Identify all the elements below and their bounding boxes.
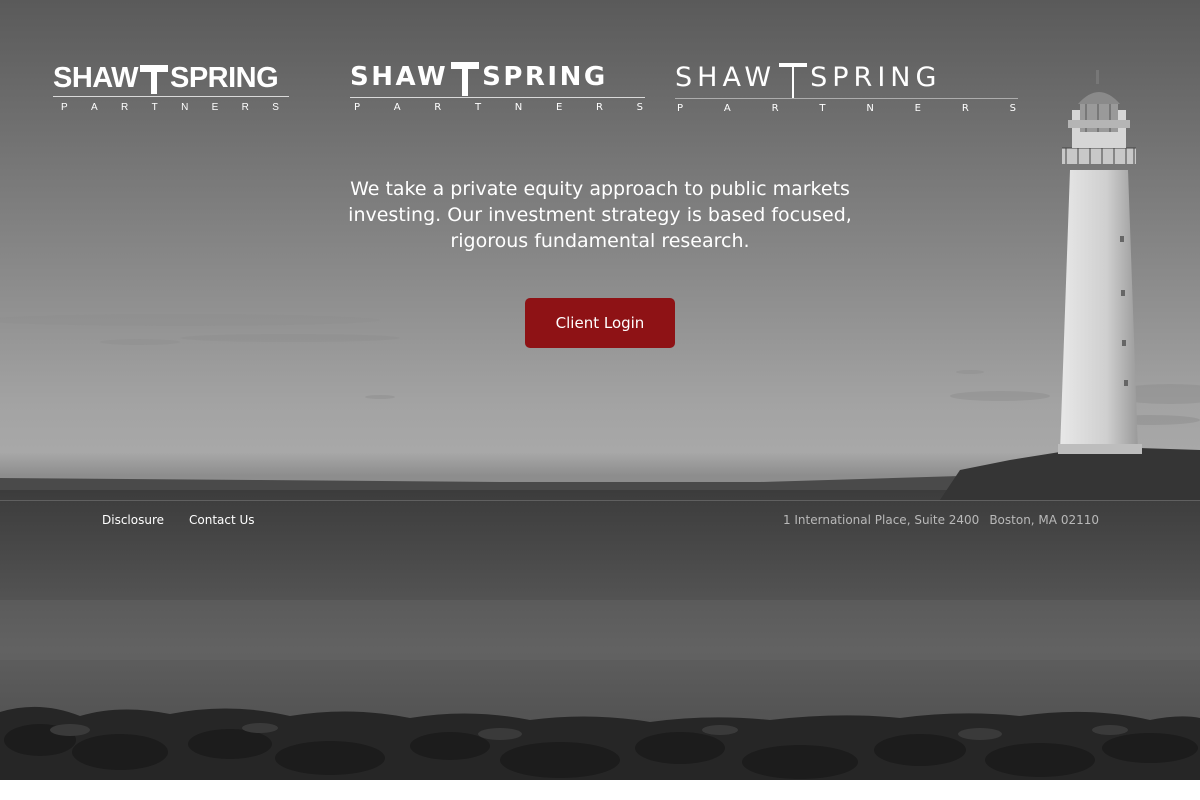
logo-brand-left: SHAW bbox=[53, 62, 139, 94]
logo-sub-letter: E bbox=[914, 103, 921, 114]
logo-sub-letter: T bbox=[151, 102, 158, 113]
logo-divider bbox=[53, 96, 289, 97]
tagline-line: investing. Our investment strategy is ba… bbox=[348, 204, 852, 226]
logo-divider bbox=[675, 98, 1018, 99]
logo-sub-letter: A bbox=[91, 102, 98, 113]
logo-divider bbox=[350, 97, 645, 98]
logo-sub-letter: R bbox=[121, 102, 129, 113]
logo-sub-letter: R bbox=[961, 103, 969, 114]
logo-subtitle: PARTNERS bbox=[675, 103, 1018, 114]
signpost-icon bbox=[776, 60, 810, 102]
logo-sub-letter: P bbox=[354, 102, 361, 113]
logo-shawspring-medium: SHAW SPRING P A R T N E R S bbox=[350, 60, 645, 116]
logo-sub-letter: N bbox=[514, 102, 523, 113]
tagline-line: rigorous fundamental research. bbox=[450, 230, 750, 252]
footer-address: 1 International Place, Suite 2400 Boston,… bbox=[760, 512, 1099, 528]
logo-shawspring-bold[interactable]: SHAW SPRING P A R T N E R S bbox=[53, 62, 289, 114]
footer-link-contact-us[interactable]: Contact Us bbox=[189, 512, 255, 528]
address-city: Boston, MA 02110 bbox=[989, 513, 1099, 527]
lighthouse-seascape-image bbox=[0, 70, 1200, 780]
logo-brand-left: SHAW bbox=[675, 62, 777, 93]
logo-sub-letter: A bbox=[393, 102, 401, 113]
logo-subtitle: PARTNERS bbox=[350, 102, 645, 113]
logo-sub-letter: R bbox=[595, 102, 603, 113]
footer-link-disclosure[interactable]: Disclosure bbox=[102, 512, 164, 528]
logo-subtitle: PARTNERS bbox=[53, 102, 289, 113]
footer-divider bbox=[0, 500, 1200, 501]
logo-sub-letter: E bbox=[555, 102, 563, 113]
logo-shawspring-thin: SHAW SPRING P A R T N E R S bbox=[675, 60, 1018, 118]
logo-sub-letter: A bbox=[723, 103, 731, 114]
logo-sub-letter: S bbox=[636, 102, 643, 113]
logo-sub-letter: R bbox=[434, 102, 442, 113]
address-street: 1 International Place, Suite 2400 bbox=[782, 513, 980, 527]
logo-sub-letter: S bbox=[272, 102, 279, 113]
logo-sub-letter: N bbox=[181, 102, 189, 113]
logo-brand-right: SPRING bbox=[482, 62, 608, 92]
logo-sub-letter: R bbox=[241, 102, 249, 113]
logo-sub-letter: R bbox=[771, 103, 779, 114]
hero-background: SHAW SPRING PARTNERS SHAW SPRING PARTNERS … bbox=[0, 0, 1200, 780]
logo-brand-right: SPRING bbox=[170, 62, 279, 94]
logo-sub-letter: S bbox=[1009, 103, 1016, 114]
logo-brand-left: SHAW bbox=[350, 62, 449, 92]
logo-sub-letter: E bbox=[211, 102, 219, 113]
tagline-line: We take a private equity approach to pub… bbox=[350, 178, 850, 200]
logo-sub-letter: P bbox=[61, 102, 68, 113]
lighthouse bbox=[1058, 70, 1142, 454]
signpost-icon bbox=[138, 62, 170, 98]
client-login-button[interactable]: Client Login bbox=[525, 298, 675, 348]
tagline: We take a private equity approach to pub… bbox=[330, 176, 870, 254]
logo-sub-letter: T bbox=[819, 103, 826, 114]
logo-brand-right: SPRING bbox=[810, 62, 942, 93]
signpost-icon bbox=[448, 60, 482, 100]
logo-sub-letter: T bbox=[474, 102, 482, 113]
logo-sub-letter: P bbox=[677, 103, 684, 114]
logo-sub-letter: N bbox=[866, 103, 874, 114]
